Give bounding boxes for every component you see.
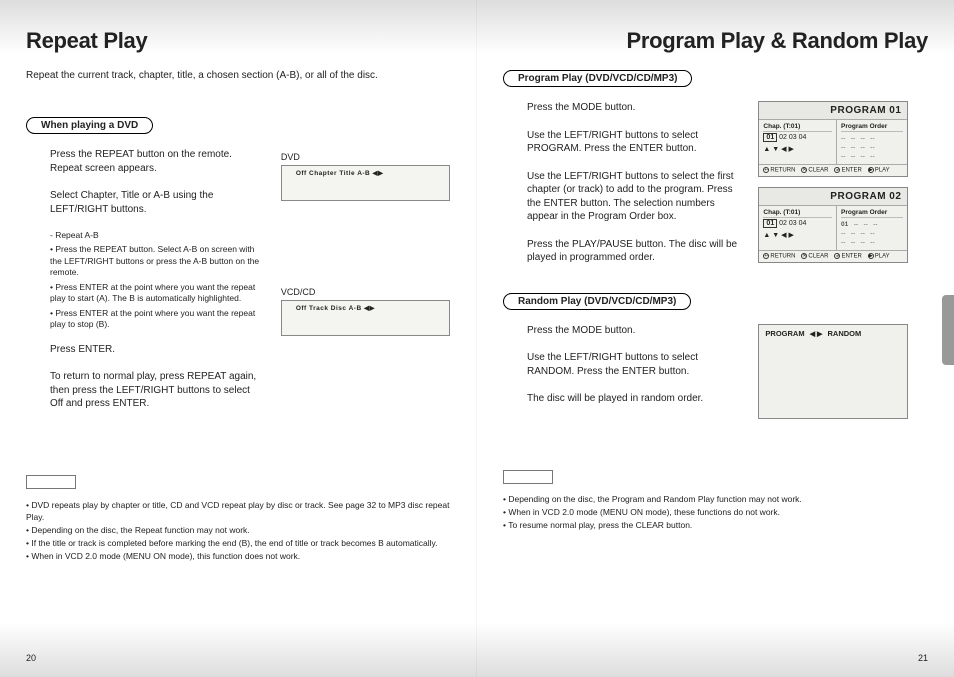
- note: When in VCD 2.0 mode (MENU ON mode), thi…: [26, 550, 450, 563]
- notes-right: Depending on the disc, the Program and R…: [503, 470, 928, 532]
- panel-chap-label: Chap. (T:01): [763, 123, 832, 132]
- step: Press the REPEAT button on the remote. R…: [50, 148, 263, 175]
- play-icon: ▶: [868, 167, 874, 173]
- page-title-left: Repeat Play: [26, 28, 450, 54]
- step: Press the MODE button.: [527, 324, 740, 338]
- step: Use the LEFT/RIGHT buttons to select RAN…: [527, 351, 740, 378]
- step: Use the LEFT/RIGHT buttons to select PRO…: [527, 129, 740, 156]
- step: Press the PLAY/PAUSE button. The disc wi…: [527, 238, 740, 265]
- figure-column: PROGRAM 01 Chap. (T:01) 01 02 03 04 ▲ ▼ …: [758, 101, 928, 279]
- note: Depending on the disc, the Repeat functi…: [26, 524, 450, 537]
- intro-text: Repeat the current track, chapter, title…: [26, 70, 450, 81]
- side-tab: [942, 295, 954, 365]
- section-pill-dvd: When playing a DVD: [26, 117, 153, 134]
- panel-order-label: Program Order: [841, 209, 903, 218]
- steps-column: Press the MODE button. Use the LEFT/RIGH…: [503, 324, 740, 420]
- page-number-left: 20: [26, 653, 36, 663]
- enter-icon: ↲: [834, 167, 840, 173]
- page-number-right: 21: [918, 653, 928, 663]
- figure-column: PROGRAM ◀ ▶ RANDOM: [758, 324, 928, 420]
- substep: Press the REPEAT button. Select A-B on s…: [50, 244, 263, 278]
- random-bar: PROGRAM ◀ ▶ RANDOM: [759, 325, 907, 342]
- panel-chap-row: 01 02 03 04: [763, 220, 832, 227]
- substep: Press ENTER at the point where you want …: [50, 282, 263, 305]
- enter-icon: ↲: [834, 253, 840, 259]
- note: To resume normal play, press the CLEAR b…: [503, 519, 928, 532]
- panel-title: PROGRAM 02: [759, 188, 907, 206]
- note: DVD repeats play by chapter or title, CD…: [26, 499, 450, 525]
- page-title-right: Program Play & Random Play: [503, 28, 928, 54]
- step: The disc will be played in random order.: [527, 392, 740, 406]
- note: Depending on the disc, the Program and R…: [503, 493, 928, 506]
- note: When in VCD 2.0 mode (MENU ON mode), the…: [503, 506, 928, 519]
- substep: Press ENTER at the point where you want …: [50, 308, 263, 331]
- osd-bar-vcd: Off Track Disc A-B ◀▶: [286, 304, 445, 312]
- notes-left: DVD repeats play by chapter or title, CD…: [26, 475, 450, 563]
- osd-bar-dvd: Off Chapter Title A-B ◀▶: [286, 169, 445, 177]
- step: Press ENTER.: [50, 343, 263, 357]
- panel-order-slots: 01 -- -- ---- -- -- ---- -- -- --: [841, 220, 903, 247]
- steps-column: Press the MODE button. Use the LEFT/RIGH…: [503, 101, 740, 279]
- page-left: Repeat Play Repeat the current track, ch…: [0, 0, 477, 677]
- figure-column: DVD Off Chapter Title A-B ◀▶ VCD/CD Off …: [281, 148, 450, 425]
- program-panel-2: PROGRAM 02 Chap. (T:01) 01 02 03 04 ▲ ▼ …: [758, 187, 908, 263]
- section-pill-program: Program Play (DVD/VCD/CD/MP3): [503, 70, 692, 87]
- substep-head: - Repeat A-B: [50, 230, 263, 241]
- panel-chap-row: 01 02 03 04: [763, 134, 832, 141]
- figure-label-vcd: VCD/CD: [281, 287, 450, 297]
- panel-chap-label: Chap. (T:01): [763, 209, 832, 218]
- notes-box-icon: [26, 475, 76, 489]
- return-icon: ↩: [763, 253, 769, 259]
- panel-order-label: Program Order: [841, 123, 903, 132]
- program-panel-1: PROGRAM 01 Chap. (T:01) 01 02 03 04 ▲ ▼ …: [758, 101, 908, 177]
- panel-footer: ↩RETURN ✕CLEAR ↲ENTER ▶PLAY: [759, 164, 907, 176]
- chap-highlight: 01: [763, 133, 777, 142]
- return-icon: ↩: [763, 167, 769, 173]
- random-panel: PROGRAM ◀ ▶ RANDOM: [758, 324, 908, 419]
- figure-label-dvd: DVD: [281, 152, 450, 162]
- panel-title: PROGRAM 01: [759, 102, 907, 120]
- arrows-icon: ◀ ▶: [810, 331, 823, 338]
- step: Select Chapter, Title or A-B using the L…: [50, 189, 263, 216]
- clear-icon: ✕: [801, 253, 807, 259]
- steps-column: Press the REPEAT button on the remote. R…: [26, 148, 263, 425]
- osd-vcd: Off Track Disc A-B ◀▶: [281, 300, 450, 336]
- page-right: Program Play & Random Play Program Play …: [477, 0, 954, 677]
- osd-dvd: Off Chapter Title A-B ◀▶: [281, 165, 450, 201]
- substeps: - Repeat A-B Press the REPEAT button. Se…: [50, 230, 263, 331]
- play-icon: ▶: [868, 253, 874, 259]
- section-pill-random: Random Play (DVD/VCD/CD/MP3): [503, 293, 691, 310]
- panel-footer: ↩RETURN ✕CLEAR ↲ENTER ▶PLAY: [759, 250, 907, 262]
- step: Use the LEFT/RIGHT buttons to select the…: [527, 170, 740, 224]
- note: If the title or track is completed befor…: [26, 537, 450, 550]
- panel-order-slots: -- -- -- ---- -- -- ---- -- -- --: [841, 134, 903, 161]
- step: Press the MODE button.: [527, 101, 740, 115]
- step: To return to normal play, press REPEAT a…: [50, 370, 263, 411]
- nav-arrows-icon: ▲ ▼ ◀ ▶: [763, 145, 832, 153]
- chap-highlight: 01: [763, 219, 777, 228]
- notes-box-icon: [503, 470, 553, 484]
- nav-arrows-icon: ▲ ▼ ◀ ▶: [763, 231, 832, 239]
- clear-icon: ✕: [801, 167, 807, 173]
